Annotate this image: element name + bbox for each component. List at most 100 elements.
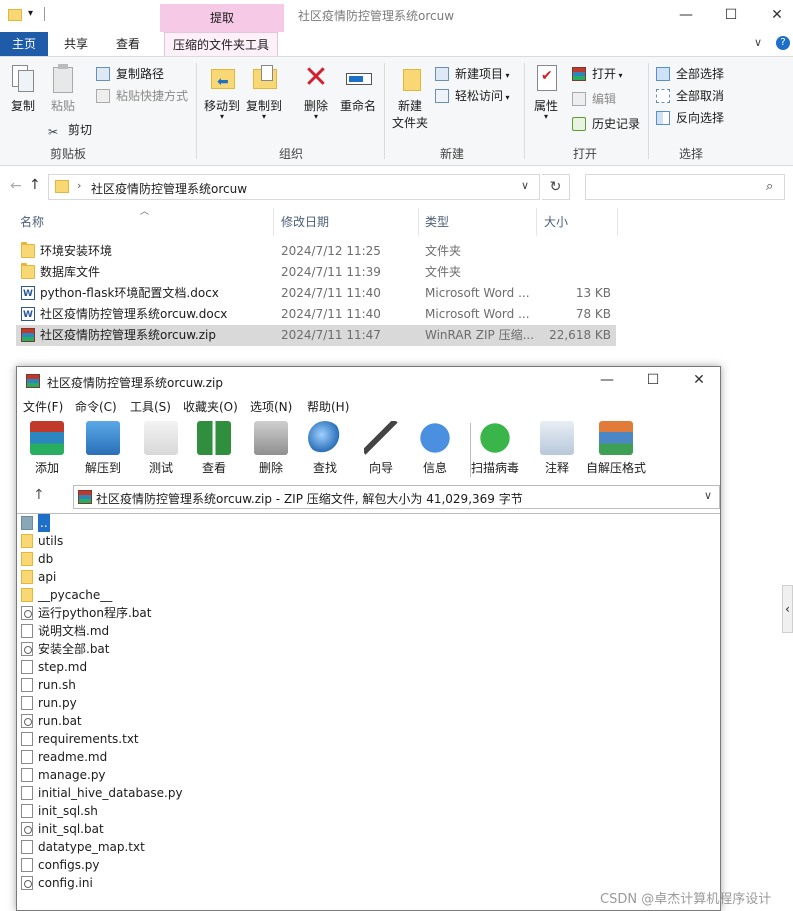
cut-icon: ✂ (48, 125, 59, 139)
collapse-ribbon-icon[interactable]: ∨ (754, 36, 762, 49)
toolbar-button[interactable]: 解压到 (81, 421, 125, 476)
winrar-path-dropdown-icon[interactable]: ∨ (704, 489, 712, 502)
toolbar-button[interactable]: 注释 (535, 421, 579, 476)
paste-shortcut-button[interactable]: 粘贴快捷方式 (96, 87, 188, 105)
file-row[interactable]: 数据库文件 2024/7/11 11:39 文件夹 (16, 262, 616, 283)
file-name: 数据库文件 (40, 265, 101, 279)
winrar-path-field[interactable]: 社区疫情防控管理系统orcuw.zip - ZIP 压缩文件, 解包大小为 41… (73, 485, 720, 509)
breadcrumb-current[interactable]: 社区疫情防控管理系统orcuw (91, 180, 247, 197)
winrar-up-arrow-icon[interactable]: ↑ (33, 487, 45, 503)
file-date: 2024/7/11 11:47 (281, 328, 381, 342)
context-tab-extract[interactable]: 提取 (160, 4, 284, 32)
tab-home[interactable]: 主页 (0, 32, 48, 56)
delete-x-icon: ✕ (303, 60, 329, 95)
column-header-name[interactable]: 名称 (14, 208, 274, 236)
quick-access-folder-icon[interactable] (8, 9, 22, 21)
select-all-button[interactable]: 全部选择 (656, 65, 724, 83)
archive-entry-name: requirements.txt (38, 732, 139, 746)
toolbar-button[interactable]: 添加 (25, 421, 69, 476)
delete-button[interactable]: ✕ 删除 ▾ (296, 60, 336, 121)
file-icon (21, 696, 33, 710)
toolbar-button[interactable]: 扫描病毒 (469, 421, 521, 476)
select-none-button[interactable]: 全部取消 (656, 87, 724, 105)
menu-item[interactable]: 收藏夹(O) (183, 398, 238, 415)
comment-icon (540, 421, 574, 455)
menu-item[interactable]: 帮助(H) (307, 398, 349, 415)
address-dropdown-icon[interactable]: ∨ (521, 179, 529, 192)
archive-entry-name: 说明文档.md (38, 624, 110, 638)
winrar-maximize-button[interactable]: ☐ (643, 371, 663, 389)
toolbar-button[interactable]: 删除 (249, 421, 293, 476)
winrar-window-title: 社区疫情防控管理系统orcuw.zip (47, 376, 223, 390)
move-to-button[interactable]: ⬅ 移动到 ▾ (202, 63, 242, 121)
scroll-left-arrow-icon[interactable]: ‹ (782, 585, 793, 633)
invert-selection-button[interactable]: 反向选择 (656, 109, 724, 127)
toolbar-button[interactable]: 自解压格式 (584, 421, 648, 476)
toolbar-button[interactable]: 测试 (139, 421, 183, 476)
copy-path-button[interactable]: 复制路径 (96, 65, 164, 83)
menu-item[interactable]: 选项(N) (250, 398, 292, 415)
search-input[interactable]: ⌕ (585, 174, 785, 200)
new-folder-label-line2: 文件夹 (391, 116, 428, 130)
toolbar-button[interactable]: 查看 (192, 421, 236, 476)
maximize-button[interactable]: ☐ (721, 6, 741, 24)
help-icon[interactable]: ? (776, 36, 790, 50)
archive-entry-name: init_sql.bat (38, 822, 104, 836)
copy-to-button[interactable]: 复制到 ▾ (244, 63, 284, 121)
address-field[interactable]: › 社区疫情防控管理系统orcuw ∨ (48, 174, 540, 200)
copy-icon (8, 63, 38, 93)
new-item-button[interactable]: 新建项目 ▾ (435, 65, 510, 83)
script-file-icon (21, 714, 33, 728)
paste-button[interactable]: 粘贴 (46, 63, 80, 114)
winrar-close-button[interactable]: ✕ (689, 371, 709, 389)
easy-access-button[interactable]: 轻松访问 ▾ (435, 87, 510, 105)
winrar-minimize-button[interactable]: — (597, 371, 617, 389)
minimize-button[interactable]: — (676, 6, 696, 24)
close-button[interactable]: ✕ (767, 6, 787, 24)
cut-button[interactable]: ✂ 剪切 (48, 121, 92, 139)
tab-share[interactable]: 共享 (56, 32, 96, 56)
file-row[interactable]: python-flask环境配置文档.docx 2024/7/11 11:40 Mi… (16, 283, 616, 305)
toolbar-button-label: 注释 (544, 461, 569, 475)
up-arrow-icon[interactable]: ↑ (29, 177, 41, 193)
winrar-zip-icon (21, 328, 35, 342)
tab-view[interactable]: 查看 (108, 32, 148, 56)
toolbar-button[interactable]: 向导 (359, 421, 403, 476)
toolbar-button-label: 扫描病毒 (470, 461, 519, 475)
history-icon (572, 117, 586, 131)
file-row[interactable]: 社区疫情防控管理系统orcuw.docx 2024/7/11 11:40 Micro… (16, 304, 616, 326)
menu-item[interactable]: 命令(C) (75, 398, 117, 415)
toolbar-button-label: 删除 (258, 461, 283, 475)
refresh-button[interactable]: ↻ (542, 174, 570, 200)
history-button[interactable]: 历史记录 (572, 115, 640, 133)
properties-button[interactable]: ✔ 属性 ▾ (528, 63, 564, 121)
file-icon (21, 840, 33, 854)
file-row[interactable]: 环境安装环境 2024/7/12 11:25 文件夹 (16, 241, 616, 262)
select-none-icon (656, 89, 670, 103)
file-date: 2024/7/11 11:40 (281, 307, 381, 321)
menu-item[interactable]: 工具(S) (130, 398, 171, 415)
invert-selection-icon (656, 111, 670, 125)
column-header-size[interactable]: 大小 (538, 208, 618, 236)
toolbar-button[interactable]: 信息 (413, 421, 457, 476)
toolbar-button-label: 自解压格式 (585, 461, 646, 475)
file-row[interactable]: 社区疫情防控管理系统orcuw.zip 2024/7/11 11:47 WinRAR… (16, 325, 616, 346)
easy-access-label: 轻松访问 (455, 89, 504, 103)
edit-button[interactable]: 编辑 (572, 90, 616, 108)
rename-button[interactable]: 重命名 (338, 63, 378, 114)
new-folder-button[interactable]: 新建 文件夹 (390, 63, 430, 131)
ribbon: 复制 粘贴 复制路径 粘贴快捷方式 ✂ 剪切 剪贴板 ⬅ 移动到 ▾ 复制到 ▾ … (0, 56, 793, 166)
archive-entry-name: configs.py (38, 858, 100, 872)
copy-button[interactable]: 复制 (6, 63, 40, 114)
toolbar-button-label: 查找 (312, 461, 337, 475)
menu-item[interactable]: 文件(F) (23, 398, 63, 415)
column-header-type[interactable]: 类型 (419, 208, 537, 236)
tab-compressed-folder-tools[interactable]: 压缩的文件夹工具 (164, 32, 279, 56)
column-header-date[interactable]: 修改日期 (275, 208, 419, 236)
group-label-organize: 组织 (279, 147, 304, 161)
customize-toolbar-icon[interactable]: ▾ (28, 8, 33, 19)
back-arrow-icon[interactable]: ← (10, 178, 22, 194)
open-button[interactable]: 打开 ▾ (572, 65, 623, 83)
search-icon: ⌕ (766, 179, 774, 194)
toolbar-button[interactable]: 查找 (303, 421, 347, 476)
